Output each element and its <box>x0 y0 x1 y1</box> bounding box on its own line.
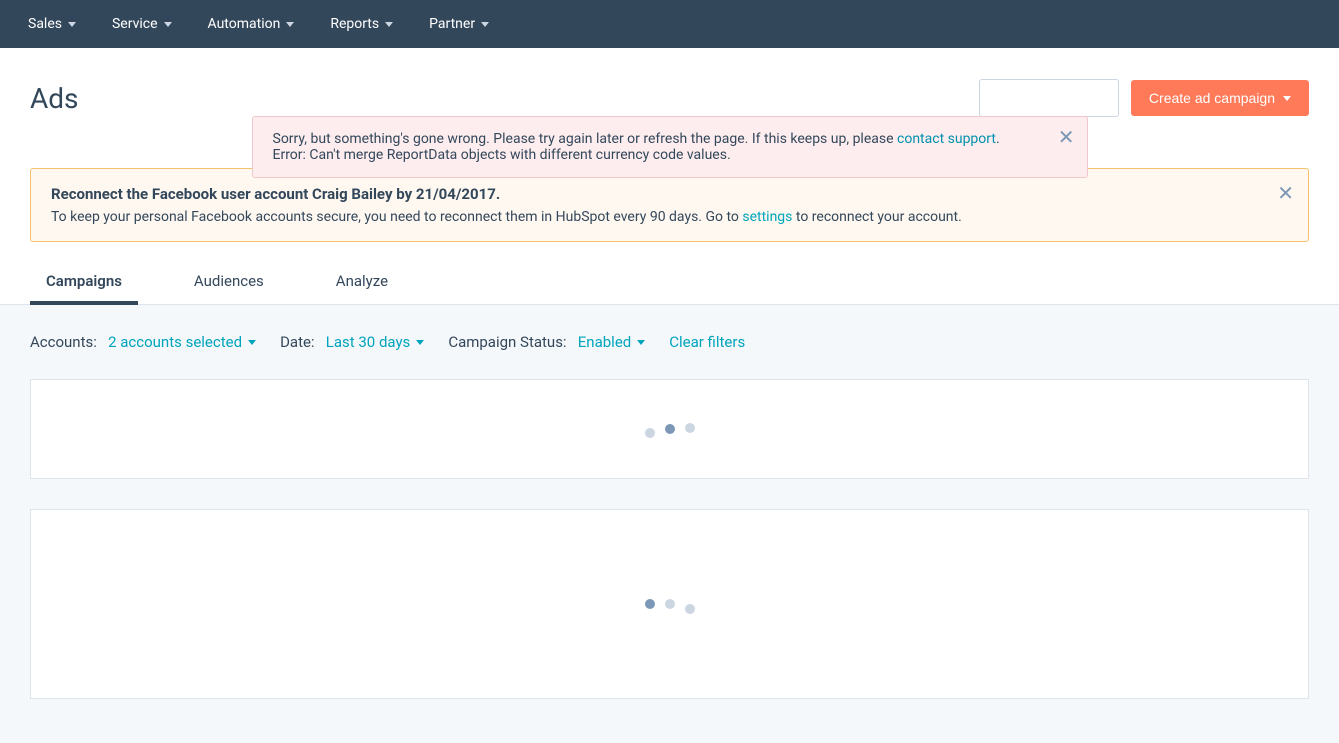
tab-analyze[interactable]: Analyze <box>320 272 404 304</box>
chevron-down-icon <box>481 22 489 27</box>
warning-text: to reconnect your account. <box>792 209 961 225</box>
settings-link[interactable]: settings <box>742 209 792 225</box>
filter-value-text: Last 30 days <box>326 333 411 351</box>
nav-item-label: Partner <box>429 16 475 32</box>
warning-title: Reconnect the Facebook user account Crai… <box>51 185 1264 203</box>
nav-item-reports[interactable]: Reports <box>312 0 411 48</box>
close-icon[interactable]: ✕ <box>1058 127 1075 147</box>
page-title: Ads <box>30 82 79 115</box>
nav-item-service[interactable]: Service <box>94 0 190 48</box>
chevron-down-icon <box>164 22 172 27</box>
loading-spinner-icon <box>645 424 695 434</box>
filters-bar: Accounts: 2 accounts selected Date: Last… <box>0 305 1339 379</box>
chevron-down-icon <box>385 22 393 27</box>
top-navigation: Sales Service Automation Reports Partner <box>0 0 1339 48</box>
reconnect-warning-banner: Reconnect the Facebook user account Crai… <box>30 168 1309 242</box>
tab-label: Audiences <box>194 272 264 290</box>
nav-item-label: Sales <box>28 16 62 32</box>
error-text: . <box>996 131 1000 147</box>
nav-item-label: Service <box>112 16 158 32</box>
warning-text: To keep your personal Facebook accounts … <box>51 209 742 225</box>
content-cards <box>0 379 1339 729</box>
chevron-down-icon <box>286 22 294 27</box>
chevron-down-icon <box>1283 96 1291 101</box>
chevron-down-icon <box>637 340 645 345</box>
page-header-region: Ads Create ad campaign Sorry, but someth… <box>0 48 1339 305</box>
accounts-filter-label: Accounts: <box>30 333 97 351</box>
nav-item-automation[interactable]: Automation <box>190 0 313 48</box>
loading-card <box>30 379 1309 479</box>
nav-item-sales[interactable]: Sales <box>10 0 94 48</box>
date-filter-label: Date: <box>280 333 315 351</box>
chevron-down-icon <box>416 340 424 345</box>
header-actions: Create ad campaign <box>979 79 1309 117</box>
loading-spinner-icon <box>645 599 695 609</box>
error-text: Sorry, but something's gone wrong. Pleas… <box>273 131 898 147</box>
tabs: Campaigns Audiences Analyze <box>0 242 1339 305</box>
tab-audiences[interactable]: Audiences <box>178 272 280 304</box>
error-detail: Error: Can't merge ReportData objects wi… <box>273 147 731 163</box>
filter-value-text: Enabled <box>578 333 631 351</box>
tab-label: Campaigns <box>46 272 122 290</box>
accounts-filter-dropdown[interactable]: 2 accounts selected <box>108 333 256 351</box>
chevron-down-icon <box>248 340 256 345</box>
status-filter-dropdown[interactable]: Enabled <box>578 333 645 351</box>
clear-filters-link[interactable]: Clear filters <box>669 333 745 351</box>
date-filter-dropdown[interactable]: Last 30 days <box>326 333 425 351</box>
header-secondary-button[interactable] <box>979 79 1119 117</box>
button-label: Create ad campaign <box>1149 90 1275 106</box>
tab-campaigns[interactable]: Campaigns <box>30 272 138 304</box>
nav-item-label: Automation <box>208 16 281 32</box>
contact-support-link[interactable]: contact support <box>897 131 996 147</box>
chevron-down-icon <box>68 22 76 27</box>
error-alert: Sorry, but something's gone wrong. Pleas… <box>252 116 1088 178</box>
close-icon[interactable]: ✕ <box>1277 183 1294 203</box>
nav-item-label: Reports <box>330 16 379 32</box>
status-filter-label: Campaign Status: <box>448 333 566 351</box>
create-ad-campaign-button[interactable]: Create ad campaign <box>1131 80 1309 116</box>
filter-value-text: 2 accounts selected <box>108 333 242 351</box>
tab-label: Analyze <box>336 272 388 290</box>
loading-card <box>30 509 1309 699</box>
nav-item-partner[interactable]: Partner <box>411 0 507 48</box>
